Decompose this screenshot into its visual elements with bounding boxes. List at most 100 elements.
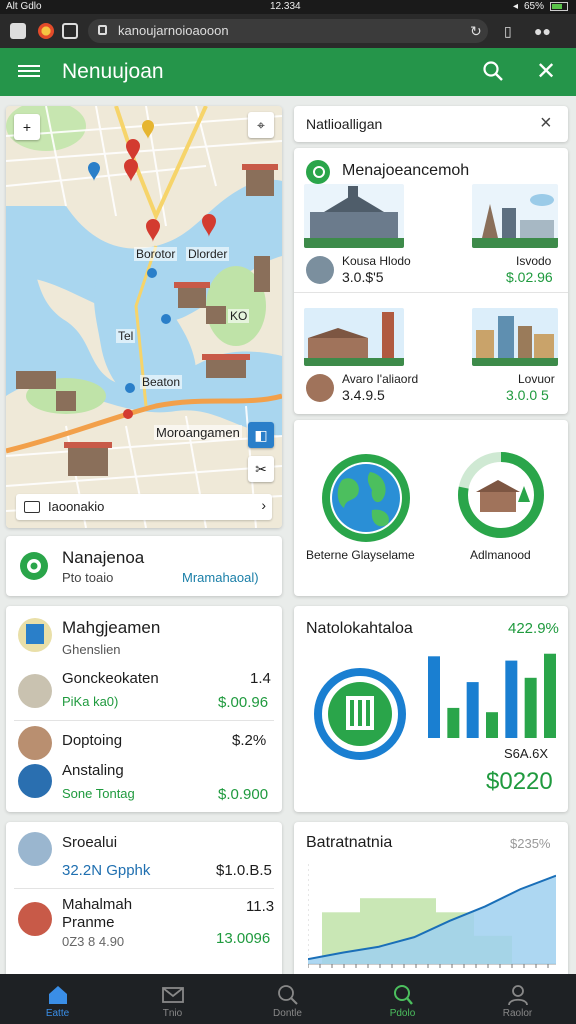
app-header: Nenuujoan ✕: [0, 48, 576, 96]
list-row-name: Sroealui: [62, 834, 118, 851]
search-result-title: Natlioalligan: [306, 116, 383, 132]
stats-subtitle: Ghenslien: [62, 642, 121, 657]
donut-left-label: Beterne Glayselame: [306, 548, 415, 562]
mail-icon: [161, 987, 184, 1003]
bar: [486, 712, 498, 738]
trend-percent: $235%: [510, 836, 551, 851]
stats-row-name: Gonckeokaten: [62, 670, 159, 687]
listing-name: Kousa Hlodo: [342, 254, 411, 268]
close-icon[interactable]: ✕: [536, 57, 556, 86]
camera-icon: [24, 501, 40, 513]
list-row-name: 32.2N Gpphk: [62, 862, 151, 879]
building-thumbnail[interactable]: [472, 308, 558, 366]
location-icon: ◂: [512, 1, 518, 12]
trend-chart-card[interactable]: Batratnatnia $235%: [294, 822, 568, 982]
map-label: Borotor: [134, 247, 178, 261]
house-shape: [480, 490, 516, 512]
bar: [524, 677, 537, 738]
tabs-icon[interactable]: ▯: [504, 23, 512, 40]
url-text: kanoujarnoioaooon: [118, 23, 229, 38]
tree-avatar: [18, 764, 52, 798]
carrier-label: Alt Gdlo: [6, 1, 42, 12]
map-footer-label: Iaoonakio: [48, 499, 105, 514]
map-label: Dlorder: [186, 247, 230, 261]
search-icon[interactable]: [482, 60, 504, 82]
bar: [466, 682, 479, 738]
info-subtitle: Pto toaio: [62, 570, 114, 585]
building-avatar: [18, 832, 52, 866]
location-info-card[interactable]: Nanajenoa Pto toaio Mramahaoal): [6, 536, 282, 596]
clock: 12.334: [270, 1, 301, 12]
explore-icon: [393, 985, 413, 1005]
analytics-card[interactable]: Natolokahtaloa 422.9% S6A.6X $0220: [294, 606, 568, 812]
stats-card[interactable]: Mahgjeamen Ghenslien Gonckeokaten 1.4 Pi…: [6, 606, 282, 812]
building-thumbnail[interactable]: [304, 308, 404, 366]
analytics-label: S6A.6X: [504, 746, 549, 761]
status-bar: Alt Gdlo 12.334 ◂ 65%: [0, 0, 576, 14]
nav-search[interactable]: Dontle: [230, 974, 345, 1024]
zoom-icon[interactable]: +: [14, 114, 40, 140]
bar: [544, 653, 556, 738]
list-row-name: Mahalmah: [62, 896, 133, 913]
stats-row-value: $.2%: [232, 732, 267, 749]
info-link[interactable]: Mramahaoal): [182, 570, 259, 585]
list-row-name: 0Z3 8 4.90: [62, 934, 125, 949]
directions-icon[interactable]: ◧: [248, 422, 274, 448]
listing-header: Menajoeancemoh: [342, 162, 470, 179]
listing-price: 3.4.9.5: [342, 387, 385, 403]
tree-shape: [518, 486, 530, 502]
donut-right-label: Adlmanood: [470, 548, 531, 562]
list-card[interactable]: Sroealui 32.2N Gpphk $1.0.B.5 Mahalmah 1…: [6, 822, 282, 982]
nav-mail-label: Tnio: [162, 1008, 183, 1019]
url-bar[interactable]: kanoujarnoioaooon: [88, 19, 488, 43]
building-thumbnail[interactable]: [304, 184, 404, 248]
list-row-value: 11.3: [246, 898, 275, 915]
stats-row-name: Doptoing: [62, 732, 123, 749]
profile-icon: [507, 985, 528, 1006]
list-row-value: $1.0.B.5: [216, 862, 272, 879]
layers-icon[interactable]: ⌖: [248, 112, 274, 138]
bar: [428, 656, 440, 738]
stats-row-value: 1.4: [250, 670, 271, 687]
battery-percent: 65%: [523, 1, 544, 12]
stats-title: Mahgjeamen: [62, 618, 161, 637]
stats-row-sub-value: $.00.96: [218, 694, 269, 711]
chevron-right-icon[interactable]: ›: [261, 497, 266, 513]
home-icon[interactable]: [62, 23, 78, 39]
stats-row-sub: PiKa ka0): [62, 694, 119, 709]
nav-mail[interactable]: Tnio: [115, 974, 230, 1024]
globe-donut: [322, 454, 410, 542]
building-avatar: [306, 256, 334, 284]
listing-card[interactable]: Menajoeancemoh Kousa Hlodo 3.0.$'5 Isvod…: [294, 148, 568, 414]
close-icon[interactable]: ×: [540, 112, 552, 135]
menu-icon[interactable]: [18, 62, 40, 82]
bar-chart: [428, 653, 556, 738]
stats-row-sub: Sone Tontag: [62, 786, 135, 801]
nav-home-label: Eatte: [45, 1008, 70, 1019]
building-ring-icon: [314, 668, 406, 760]
nav-explore[interactable]: Pdolo: [345, 974, 460, 1024]
overflow-icon[interactable]: ●●: [534, 23, 551, 39]
list-row-value: 13.0096: [216, 930, 271, 947]
app-title: Nenuujoan: [62, 60, 164, 83]
listing-alt-price: 3.0.0 5: [506, 387, 549, 403]
roof-shape: [476, 480, 520, 492]
tools-icon[interactable]: ✂: [248, 456, 274, 482]
nav-explore-label: Pdolo: [389, 1008, 416, 1019]
map-footer-bar[interactable]: Iaoonakio ›: [16, 494, 272, 520]
divider: [294, 292, 568, 293]
listing-alt-label: Lovuor: [518, 372, 555, 386]
summary-donuts-card[interactable]: Beterne Glayselame Adlmanood: [294, 420, 568, 596]
tab-switcher-icon[interactable]: [10, 23, 26, 39]
nav-home[interactable]: Eatte: [0, 974, 115, 1024]
listing-alt-price: $.02.96: [506, 269, 553, 285]
nav-profile[interactable]: Raolor: [460, 974, 575, 1024]
reload-icon[interactable]: ↻: [470, 23, 482, 40]
browser-logo-icon[interactable]: [38, 23, 54, 39]
browser-toolbar: kanoujarnoioaooon ↻ ▯ ●●: [0, 14, 576, 48]
analytics-title: Natolokahtaloa: [306, 620, 413, 637]
listing-alt-label: Isvodo: [516, 254, 552, 268]
map-view[interactable]: + ⌖ ◧ ✂ Borotor Dlorder KO Tel Beaton Mo…: [6, 106, 282, 528]
info-title: Nanajenoa: [62, 548, 145, 567]
building-thumbnail[interactable]: [472, 184, 558, 248]
